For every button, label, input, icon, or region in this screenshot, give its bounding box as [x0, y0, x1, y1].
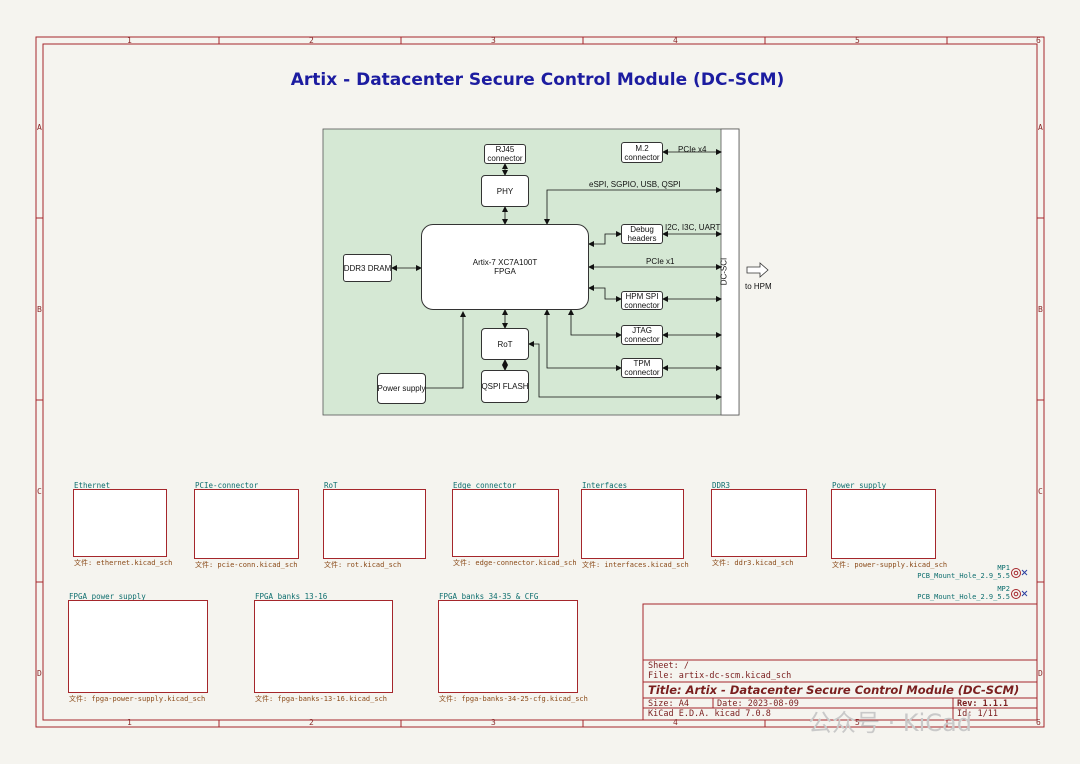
jtag-block[interactable]: JTAG connector [621, 325, 663, 345]
rot-block[interactable]: RoT [481, 328, 529, 360]
power-supply-block[interactable]: Power supply [377, 373, 426, 404]
sheet-box-fpga-banks-34-35[interactable] [438, 600, 578, 693]
zone-col-6: 6 [1036, 36, 1041, 45]
pcie-x1-label: PCIe x1 [646, 257, 675, 266]
espi-label: eSPI, SGPIO, USB, QSPI [589, 180, 681, 189]
sheet-title: Artix - Datacenter Secure Control Module… [290, 70, 785, 90]
fpga-block[interactable]: Artix-7 XC7A100T FPGA [421, 224, 589, 310]
pcie-x4-label: PCIe x4 [678, 145, 707, 154]
sheet-file-fpga-banks-34-35: 文件: fpga-banks-34-25-cfg.kicad_sch [439, 695, 588, 703]
sheet-file-ethernet: 文件: ethernet.kicad_sch [74, 559, 173, 567]
zone-col-3-bottom: 3 [491, 718, 496, 727]
zone-col-5: 5 [855, 36, 860, 45]
rj45-block[interactable]: RJ45 connector [484, 144, 526, 164]
sheet-box-ethernet[interactable] [73, 489, 167, 557]
zone-row-d-right: D [1038, 669, 1043, 678]
sheet-file-ddr3: 文件: ddr3.kicad_sch [712, 559, 794, 567]
zone-col-2: 2 [309, 36, 314, 45]
mp2-value: PCB_Mount_Hole_2.9_5.5 [917, 593, 1010, 601]
ddr3-block[interactable]: DDR3 DRAM [343, 254, 392, 282]
sheet-box-fpga-power-supply[interactable] [68, 600, 208, 693]
dcsci-label: DC-SCI [719, 257, 729, 286]
mp1-value: PCB_Mount_Hole_2.9_5.5 [917, 572, 1010, 580]
zone-col-4-bottom: 4 [673, 718, 678, 727]
sheet-file-interfaces: 文件: interfaces.kicad_sch [582, 561, 689, 569]
mp2-ref: MP2 [997, 585, 1010, 593]
zone-col-1: 1 [127, 36, 132, 45]
zone-row-a-right: A [1038, 123, 1043, 132]
zone-row-d: D [37, 669, 42, 678]
sheet-box-pcie-connector[interactable] [194, 489, 299, 559]
sheet-file-fpga-power-supply: 文件: fpga-power-supply.kicad_sch [69, 695, 206, 703]
phy-block[interactable]: PHY [481, 175, 529, 207]
zone-col-2-bottom: 2 [309, 718, 314, 727]
tb-size: Size: A4 [648, 699, 689, 709]
sheet-file-pcie-connector: 文件: pcie-conn.kicad_sch [195, 561, 298, 569]
zone-row-b-right: B [1038, 305, 1043, 314]
tb-file: File: artix-dc-scm.kicad_sch [648, 671, 792, 681]
to-hpm-arrow [746, 262, 769, 278]
sheet-file-power-supply: 文件: power-supply.kicad_sch [832, 561, 948, 569]
zone-row-a: A [37, 123, 42, 132]
no-connect-marks [1021, 569, 1028, 597]
zone-col-4: 4 [673, 36, 678, 45]
sheet-box-power-supply[interactable] [831, 489, 936, 559]
zone-row-c: C [37, 487, 42, 496]
mount-hole-symbols [1011, 568, 1021, 599]
to-hpm-label: to HPM [745, 282, 772, 291]
hpm-spi-block[interactable]: HPM SPI connector [621, 291, 663, 310]
mp1-ref: MP1 [997, 564, 1010, 572]
sheet-box-edge-connector[interactable] [452, 489, 559, 557]
debug-headers-block[interactable]: Debug headers [621, 224, 663, 244]
tpm-block[interactable]: TPM connector [621, 358, 663, 378]
zone-row-b: B [37, 305, 42, 314]
zone-col-3: 3 [491, 36, 496, 45]
tb-date: Date: 2023-08-09 [717, 699, 799, 709]
qspi-flash-block[interactable]: QSPI FLASH [481, 370, 529, 403]
zone-col-1-bottom: 1 [127, 718, 132, 727]
watermark-text: 公众号 · KiCad [808, 709, 972, 737]
sheet-box-fpga-banks-13-16[interactable] [254, 600, 393, 693]
tb-title: Title: Artix - Datacenter Secure Control… [648, 683, 1020, 697]
sheet-box-interfaces[interactable] [581, 489, 684, 559]
sheet-file-edge-connector: 文件: edge-connector.kicad_sch [453, 559, 577, 567]
sheet-file-fpga-banks-13-16: 文件: fpga-banks-13-16.kicad_sch [255, 695, 388, 703]
m2-connector-block[interactable]: M.2 connector [621, 142, 663, 163]
sheet-file-rot: 文件: rot.kicad_sch [324, 561, 402, 569]
sheet-box-ddr3[interactable] [711, 489, 807, 557]
zone-col-6-bottom: 6 [1036, 718, 1041, 727]
sheet-box-rot[interactable] [323, 489, 426, 559]
i2c-label: I2C, I3C, UART [665, 223, 721, 232]
tb-tool: KiCad E.D.A. kicad 7.0.8 [648, 709, 771, 719]
tb-sheet: Sheet: / [648, 661, 689, 671]
zone-row-c-right: C [1038, 487, 1043, 496]
